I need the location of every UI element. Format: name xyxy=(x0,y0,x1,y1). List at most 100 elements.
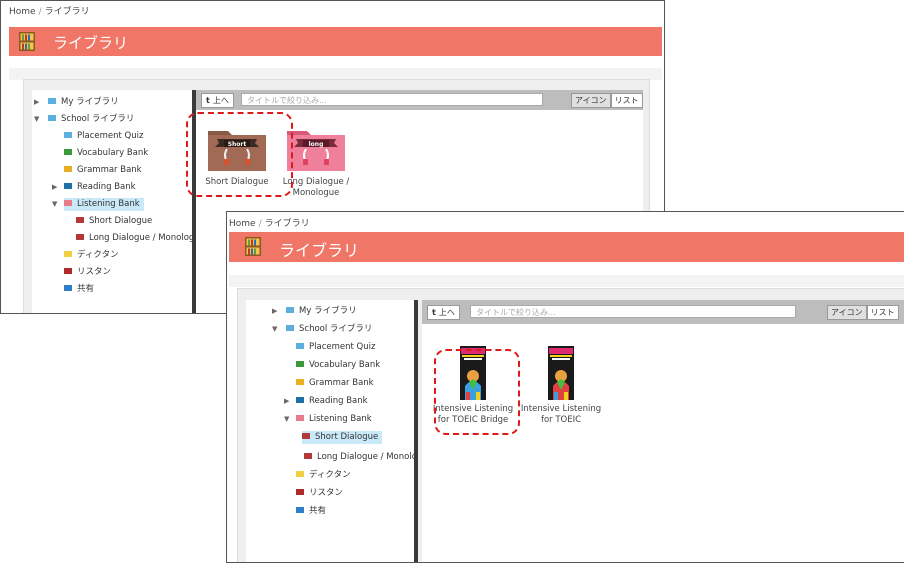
tree-label: School ライブラリ xyxy=(61,114,135,124)
content-toolbar: t 上へ タイトルで絞り込み... アイコン リスト xyxy=(196,90,643,110)
folder-icon xyxy=(296,378,304,385)
icon-view-button[interactable]: アイコン xyxy=(827,305,867,320)
collapse-arrow-icon[interactable]: ▼ xyxy=(284,413,289,426)
collapse-arrow-icon[interactable]: ▼ xyxy=(34,113,39,126)
tree-item-placement-quiz[interactable]: Placement Quiz xyxy=(64,130,143,143)
page-title-bar: ライブラリ xyxy=(9,27,662,56)
folder-icon xyxy=(296,396,304,403)
tree-label: School ライブラリ xyxy=(299,324,373,334)
tree-item-long-dialogue[interactable]: Long Dialogue / Monologue xyxy=(76,232,192,245)
tree-item-vocabulary-bank[interactable]: Vocabulary Bank xyxy=(296,359,380,372)
folder-icon xyxy=(304,452,312,459)
tree-label: ディクタン xyxy=(77,250,119,260)
tree-item-listan[interactable]: リスタン xyxy=(64,266,111,279)
tree-label: Listening Bank xyxy=(309,414,372,424)
tree-item-my-library[interactable]: ▶ My ライブラリ xyxy=(34,96,119,109)
expand-arrow-icon[interactable]: ▶ xyxy=(272,305,277,318)
breadcrumb-current: ライブラリ xyxy=(44,7,90,17)
tree-item-dictation[interactable]: ディクタン xyxy=(296,469,351,482)
item-label: Intensive Listening xyxy=(520,404,602,414)
folder-icon xyxy=(302,432,310,439)
library-item-toeic[interactable]: Intensive Listening for TOEIC xyxy=(520,346,602,426)
folder-icon xyxy=(296,360,304,367)
highlight-marker xyxy=(434,349,520,435)
tree-item-shared[interactable]: 共有 xyxy=(64,283,94,296)
breadcrumb-separator: / xyxy=(258,219,262,229)
tree-item-listening-bank[interactable]: ▼ Listening Bank xyxy=(284,413,372,426)
tree-label: 共有 xyxy=(77,284,95,294)
folder-icon xyxy=(48,97,56,104)
up-button[interactable]: t 上へ xyxy=(427,305,460,320)
tree-label: Reading Bank xyxy=(309,396,368,406)
folder-icon xyxy=(76,233,84,240)
breadcrumb-separator: / xyxy=(38,7,42,17)
tree-item-placement-quiz[interactable]: Placement Quiz xyxy=(296,341,375,354)
up-label: 上へ xyxy=(438,308,455,317)
folder-icon xyxy=(64,199,72,206)
tree-item-grammar-bank[interactable]: Grammar Bank xyxy=(296,377,374,390)
tree-label: Short Dialogue xyxy=(315,432,379,442)
tree-item-grammar-bank[interactable]: Grammar Bank xyxy=(64,164,142,177)
breadcrumb-current: ライブラリ xyxy=(264,219,310,229)
folder-icon xyxy=(64,284,72,291)
tree-label: リスタン xyxy=(309,488,344,498)
expand-arrow-icon[interactable]: ▶ xyxy=(284,395,289,408)
expand-arrow-icon[interactable]: ▶ xyxy=(52,181,57,194)
tree-label: My ライブラリ xyxy=(299,306,357,316)
tree-item-shared[interactable]: 共有 xyxy=(296,505,326,518)
tree-item-short-dialogue[interactable]: Short Dialogue xyxy=(76,215,152,228)
expand-arrow-icon[interactable]: ▶ xyxy=(34,96,39,109)
tree-label: My ライブラリ xyxy=(61,97,119,107)
library-panel: ▶ My ライブラリ ▼ School ライブラリ Placement Quiz… xyxy=(237,288,904,562)
breadcrumb-home[interactable]: Home xyxy=(9,7,36,17)
folder-icon xyxy=(296,414,304,421)
tree-item-dictation[interactable]: ディクタン xyxy=(64,249,119,262)
icon-view-button[interactable]: アイコン xyxy=(571,93,611,108)
tree-label: Vocabulary Bank xyxy=(77,148,149,158)
tree-item-long-dialogue[interactable]: Long Dialogue / Monologue xyxy=(304,451,417,464)
tree-label: リスタン xyxy=(77,267,112,277)
tree-item-reading-bank[interactable]: ▶ Reading Bank xyxy=(52,181,136,194)
filter-input[interactable]: タイトルで絞り込み... xyxy=(241,93,543,106)
folder-icon xyxy=(64,165,72,172)
list-view-button[interactable]: リスト xyxy=(610,93,643,108)
up-icon: t xyxy=(206,96,210,105)
page-title-bar: ライブラリ xyxy=(229,232,904,262)
collapse-arrow-icon[interactable]: ▼ xyxy=(52,198,57,211)
tree-item-listening-bank[interactable]: ▼ Listening Bank xyxy=(52,198,144,211)
folder-icon xyxy=(64,131,72,138)
folder-tree: ▶ My ライブラリ ▼ School ライブラリ Placement Quiz… xyxy=(32,90,196,313)
svg-text:long: long xyxy=(309,141,324,148)
tree-item-listan[interactable]: リスタン xyxy=(296,487,343,500)
up-icon: t xyxy=(432,308,436,317)
up-label: 上へ xyxy=(212,96,229,105)
tree-item-school-library[interactable]: ▼ School ライブラリ xyxy=(272,323,373,336)
tree-item-my-library[interactable]: ▶ My ライブラリ xyxy=(272,305,357,318)
content-toolbar: t 上へ タイトルで絞り込み... アイコン リスト xyxy=(422,300,904,324)
tree-item-vocabulary-bank[interactable]: Vocabulary Bank xyxy=(64,147,148,160)
folder-icon xyxy=(286,324,294,331)
folder-icon xyxy=(64,250,72,257)
header-spacer xyxy=(229,275,904,287)
tree-label: Listening Bank xyxy=(77,199,140,209)
library-window-front: Home / ライブラリ ライブラリ ▶ My ライブラリ ▼ School ライブ… xyxy=(226,211,904,563)
view-toggle: アイコン リスト xyxy=(571,93,643,108)
folder-icon xyxy=(296,488,304,495)
list-view-button[interactable]: リスト xyxy=(866,305,899,320)
filter-input[interactable]: タイトルで絞り込み... xyxy=(470,305,796,318)
tree-item-school-library[interactable]: ▼ School ライブラリ xyxy=(34,113,135,126)
collapse-arrow-icon[interactable]: ▼ xyxy=(272,323,277,336)
up-button[interactable]: t 上へ xyxy=(201,93,234,108)
folder-icon xyxy=(286,306,294,313)
folder-icon xyxy=(64,182,72,189)
tree-item-short-dialogue[interactable]: Short Dialogue xyxy=(302,431,383,444)
tree-label: Long Dialogue / Monologue xyxy=(317,452,417,462)
tree-label: Grammar Bank xyxy=(309,378,374,388)
view-toggle: アイコン リスト xyxy=(827,305,899,320)
breadcrumb-home[interactable]: Home xyxy=(229,219,256,229)
tree-item-reading-bank[interactable]: ▶ Reading Bank xyxy=(284,395,368,408)
tree-label: Reading Bank xyxy=(77,182,136,192)
long-dialogue-folder-icon: long xyxy=(287,131,345,171)
page-title: ライブラリ xyxy=(53,34,129,52)
folder-icon xyxy=(48,114,56,121)
